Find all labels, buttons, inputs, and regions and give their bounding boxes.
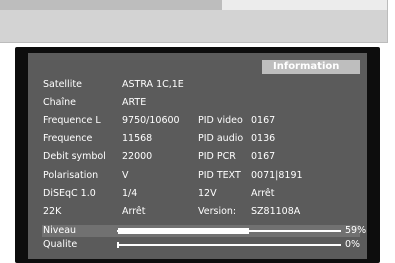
info-value: ARTE xyxy=(122,97,147,109)
info-value-2: 0167 xyxy=(251,151,276,163)
info-value-2: Arrêt xyxy=(251,187,275,199)
info-label: Debit symbol xyxy=(43,151,106,163)
info-value-2: 0071|8191 xyxy=(251,169,303,181)
info-label-2: Version: xyxy=(198,205,237,217)
info-label: Frequence xyxy=(43,133,93,145)
info-value-2: 0167 xyxy=(251,115,276,127)
info-label: DiSEqC 1.0 xyxy=(43,187,96,199)
info-screen: Information Satellite ASTRA 1C,1E Chaîne AR… xyxy=(28,53,367,259)
niveau-label: Niveau xyxy=(43,225,77,236)
info-label: Polarisation xyxy=(43,169,99,181)
info-label-2: PID PCR xyxy=(198,151,236,163)
niveau-bar xyxy=(117,228,341,234)
info-value: Arrêt xyxy=(122,205,146,217)
info-label-2: PID audio xyxy=(198,133,244,145)
niveau-bar-fill xyxy=(118,228,249,234)
tv-frame: Information Satellite ASTRA 1C,1E Chaîne AR… xyxy=(15,47,380,263)
info-value: 11568 xyxy=(122,133,153,145)
info-label: Chaîne xyxy=(43,97,76,109)
previous-screen-bar-highlight xyxy=(222,0,387,10)
info-value: 22000 xyxy=(122,151,153,163)
info-value: V xyxy=(122,169,129,181)
info-label: Frequence L xyxy=(43,115,101,127)
info-label-2: PID video xyxy=(198,115,243,127)
info-label: Satellite xyxy=(43,79,82,90)
qualite-bar-start-cap xyxy=(117,242,119,248)
info-value: ASTRA 1C,1E xyxy=(122,79,184,90)
niveau-percent: 59% xyxy=(345,225,367,236)
info-label-2: 12V xyxy=(198,187,217,199)
info-value-2: 0136 xyxy=(251,133,276,145)
previous-screen-panel xyxy=(0,0,388,43)
top-strip xyxy=(0,0,395,44)
info-label-2: PID TEXT xyxy=(198,169,241,181)
info-label: 22K xyxy=(43,205,62,217)
qualite-percent: 0% xyxy=(345,239,361,250)
info-value: 1/4 xyxy=(122,187,138,199)
qualite-label: Qualite xyxy=(43,239,78,250)
info-header-title: Information xyxy=(273,61,340,72)
info-value: 9750/10600 xyxy=(122,115,180,127)
qualite-bar xyxy=(117,242,341,248)
info-value-2: SZ81108A xyxy=(251,205,301,217)
